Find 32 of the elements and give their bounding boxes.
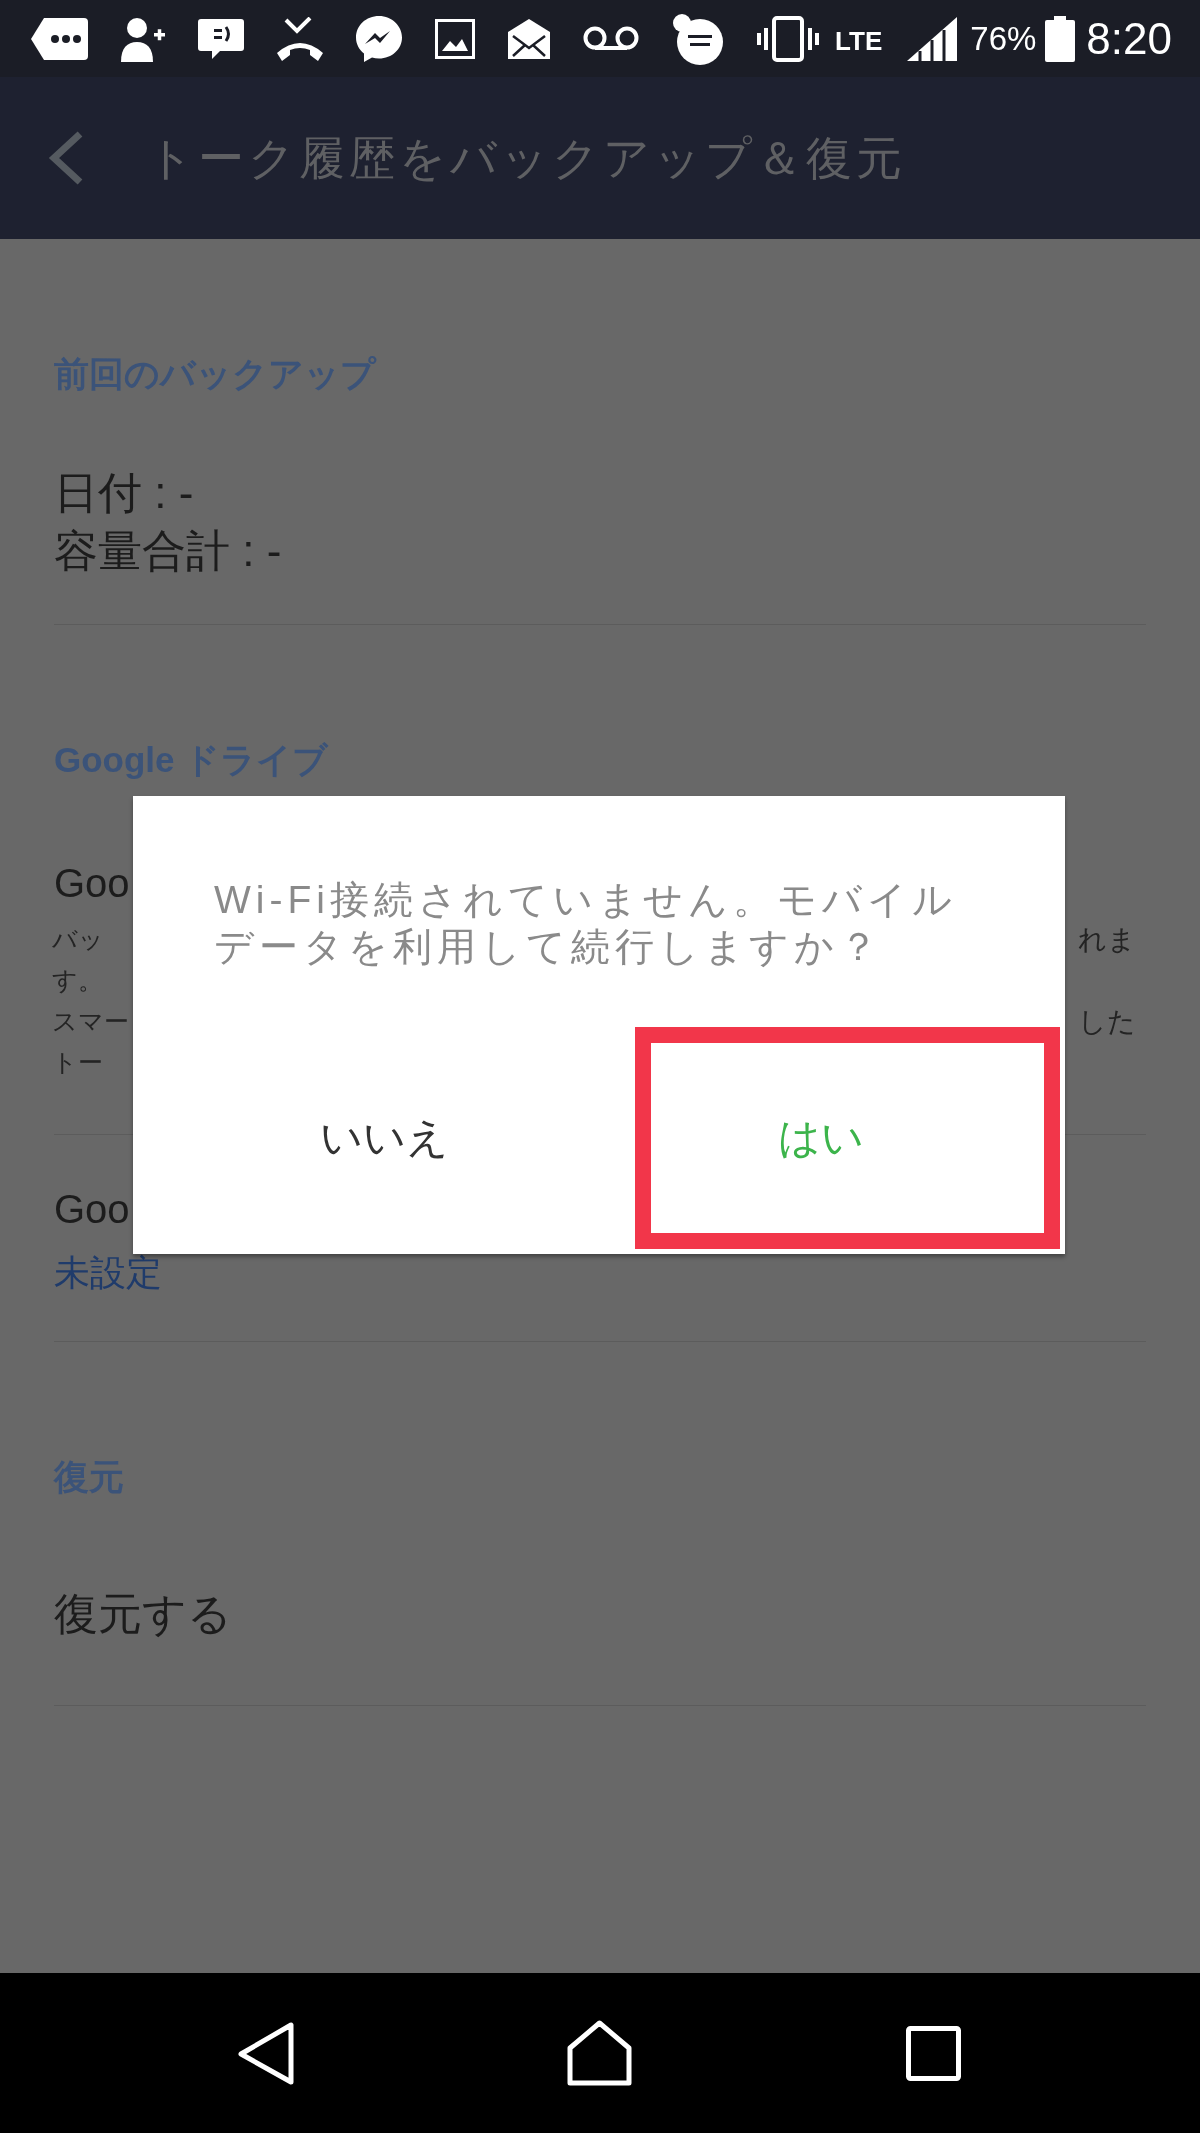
- screen-title: トーク履歴をバックアップ＆復元: [147, 131, 906, 186]
- list-item-title[interactable]: Goo: [54, 855, 130, 911]
- recents-icon[interactable]: [906, 2025, 961, 2081]
- item-description: した: [1078, 1005, 1136, 1039]
- vibrate-icon: [757, 15, 819, 62]
- setting-value: 未設定: [54, 1251, 162, 1295]
- clock-time: 8:20: [1086, 13, 1172, 64]
- add-contact-icon: [121, 15, 165, 62]
- round-badge-icon: [672, 12, 724, 65]
- image-icon: [435, 18, 475, 59]
- item-description: す。: [52, 965, 103, 996]
- chat-bubble-icon: [356, 15, 402, 62]
- back-icon[interactable]: [237, 2021, 295, 2085]
- item-description: バッ: [52, 924, 104, 955]
- network-type-label: LTE: [835, 25, 883, 56]
- item-description: トー: [52, 1047, 103, 1078]
- backup-info: 日付 : -: [54, 467, 194, 519]
- backup-info: 容量合計 : -: [54, 525, 282, 577]
- dialog-message: Wi-Fi接続されていません。モバイルデータを利用して続行しますか？: [214, 877, 958, 970]
- battery-percent: 76%: [970, 18, 1037, 59]
- voicemail-icon: [583, 25, 639, 52]
- missed-call-icon: [277, 16, 323, 61]
- battery-icon: [1045, 15, 1076, 62]
- envelope-icon: [508, 18, 550, 59]
- list-item-title[interactable]: 復元する: [54, 1586, 232, 1642]
- message-bubble-icon: [198, 18, 244, 59]
- list-item-title[interactable]: Goo: [54, 1181, 130, 1237]
- home-icon[interactable]: [567, 2020, 632, 2086]
- message-dots-icon: [31, 17, 88, 60]
- signal-icon: [907, 16, 958, 61]
- item-description: れま: [1078, 923, 1136, 957]
- item-description: スマー: [52, 1006, 129, 1037]
